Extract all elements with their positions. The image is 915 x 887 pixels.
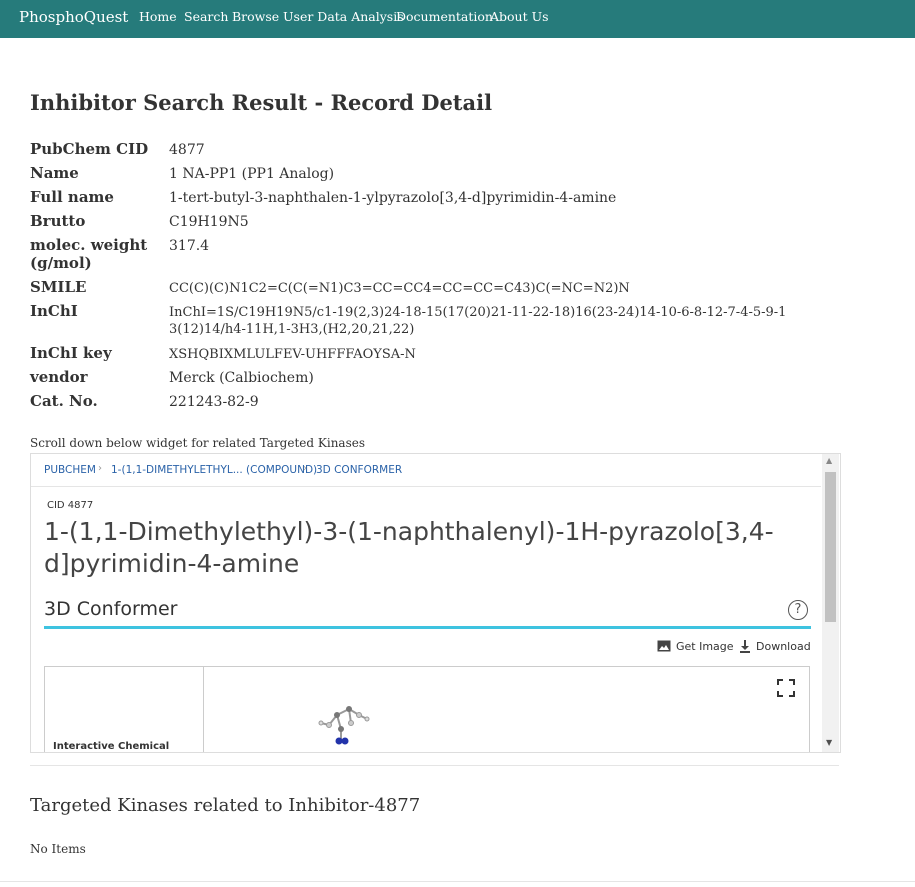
compound-title: 1-(1,1-Dimethylethyl)-3-(1-naphthalenyl)… [44,517,774,578]
breadcrumb-compound[interactable]: 1-(1,1-DIMETHYLETHYL... (COMPOUND) [111,464,317,476]
top-navbar: PhosphoQuest Home Search Browse User Dat… [0,0,915,38]
conformer-viewer[interactable]: Interactive Chemical [44,666,810,752]
detail-label: SMILE [30,278,87,296]
scrollbar-thumb[interactable] [825,472,836,622]
detail-label: PubChem CID [30,140,149,158]
detail-value: 221243-82-9 [169,394,259,410]
chevron-right-icon: › [303,463,307,474]
nav-search[interactable]: Search [184,9,228,24]
fullscreen-icon[interactable] [777,679,795,697]
get-image-button[interactable]: Get Image [676,640,734,653]
section-title: 3D Conformer [44,598,178,620]
detail-value: C19H19N5 [169,214,249,230]
nav-home[interactable]: Home [139,9,177,24]
help-icon[interactable]: ? [788,600,808,620]
section-divider [44,626,811,629]
no-items-text: No Items [30,842,86,856]
widget-scrollbar[interactable]: ▲ ▼ [822,454,839,752]
chevron-right-icon: › [98,463,102,474]
nav-browse[interactable]: Browse [232,9,279,24]
detail-label: molec. weight (g/mol) [30,236,148,272]
footer-divider [0,881,915,882]
detail-label: Full name [30,188,114,206]
viewer-side-label: Interactive Chemical [53,741,170,752]
detail-value: 1-tert-butyl-3-naphthalen-1-ylpyrazolo[3… [169,190,617,206]
detail-label: Brutto [30,212,86,230]
nav-user-data-analysis[interactable]: User Data Analysis [283,9,404,24]
detail-value: Merck (Calbiochem) [169,370,314,386]
nav-about-us[interactable]: About Us [490,9,549,24]
detail-value: 4877 [169,142,205,158]
page-title: Inhibitor Search Result - Record Detail [30,90,493,115]
download-button[interactable]: Download [756,640,811,653]
detail-value: XSHQBIXMLULFEV-UHFFFAOYSA-N [169,347,416,362]
section-divider [30,765,839,766]
viewer-side-panel: Interactive Chemical [45,667,204,752]
detail-value: 1 NA-PP1 (PP1 Analog) [169,166,335,182]
image-icon[interactable] [657,640,671,656]
nav-documentation[interactable]: Documentation [396,9,493,24]
detail-value: CC(C)(C)N1C2=C(C(=N1)C3=CC=CC4=CC=CC=C43… [169,281,630,296]
detail-value: InChI=1S/C19H19N5/c1-19(2,3)24-18-15(17(… [169,305,787,337]
cid-label: CID 4877 [47,500,94,511]
molecule-3d-model[interactable] [307,695,377,752]
detail-label: InChI [30,302,78,320]
breadcrumb-3d-conformer[interactable]: 3D CONFORMER [316,464,402,476]
breadcrumb-pubchem[interactable]: PUBCHEM [44,464,96,476]
detail-label: Cat. No. [30,392,98,410]
detail-value: 317.4 [169,238,210,254]
detail-label: Name [30,164,79,182]
scroll-up-arrow-icon[interactable]: ▲ [826,456,832,465]
brand-logo[interactable]: PhosphoQuest [19,8,128,26]
breadcrumb: PUBCHEM › 1-(1,1-DIMETHYLETHYL... (COMPO… [31,454,821,487]
detail-label: InChI key [30,344,112,362]
pubchem-widget[interactable]: PUBCHEM › 1-(1,1-DIMETHYLETHYL... (COMPO… [30,453,841,753]
widget-note: Scroll down below widget for related Tar… [30,436,365,450]
download-icon[interactable] [739,640,751,657]
kinases-section-title: Targeted Kinases related to Inhibitor-48… [30,795,421,816]
detail-label: vendor [30,368,88,386]
scroll-down-arrow-icon[interactable]: ▼ [826,738,832,747]
